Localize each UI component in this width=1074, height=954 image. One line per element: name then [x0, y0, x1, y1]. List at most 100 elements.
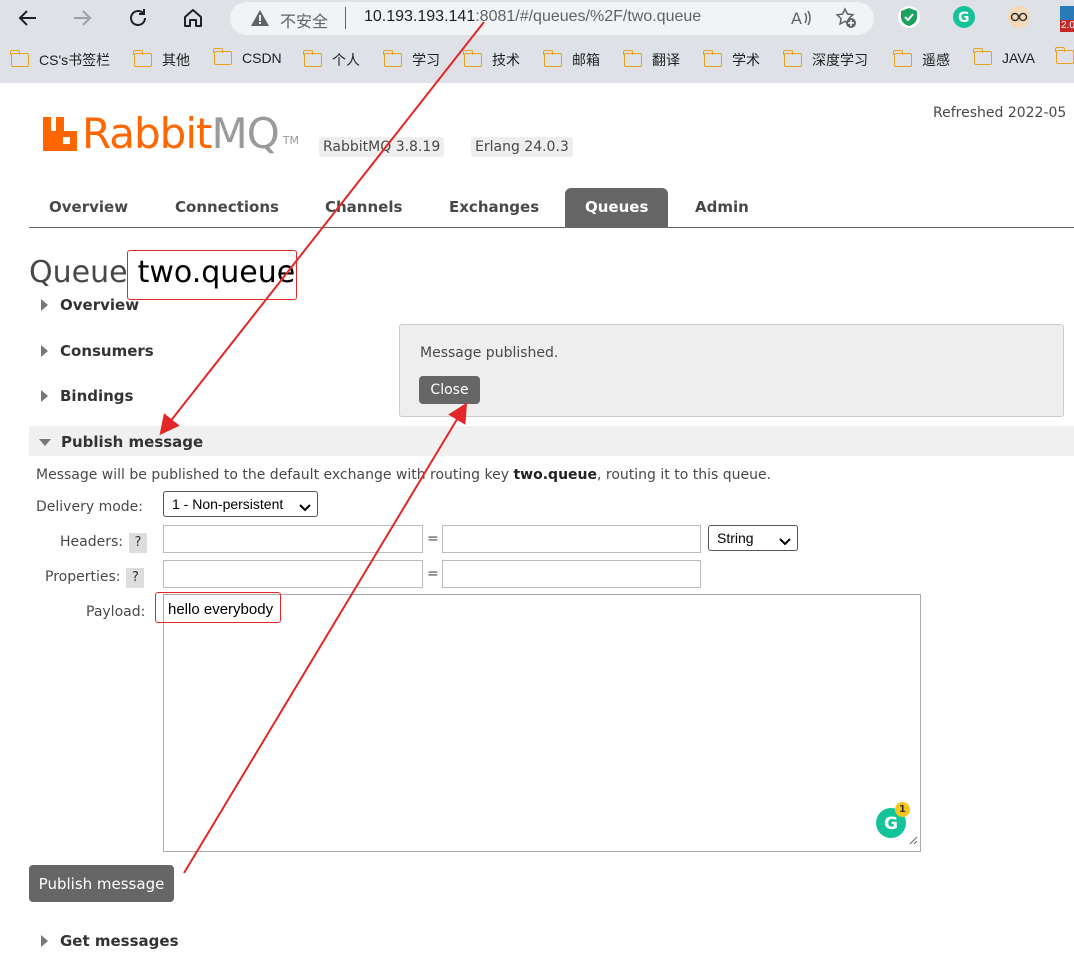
grammarly-extension-icon[interactable]: G [953, 6, 975, 28]
bookmark-label: 技术 [492, 52, 520, 68]
address-bar[interactable]: 不安全 10.193.193.141:8081/#/queues/%2F/two… [230, 2, 874, 35]
url-text[interactable]: 10.193.193.141:8081/#/queues/%2F/two.que… [364, 8, 701, 26]
delivery-mode-select[interactable]: 1 - Non-persistent [163, 491, 318, 517]
headers-help-button[interactable]: ? [129, 533, 147, 553]
read-aloud-icon[interactable]: A [790, 8, 812, 32]
collapse-triangle-icon [39, 438, 51, 446]
section-label: Overview [60, 296, 140, 314]
property-key-input[interactable] [163, 560, 423, 588]
close-button[interactable]: Close [419, 376, 480, 404]
logo-rabbit-text: Rabbit [82, 109, 212, 158]
bookmark-folder[interactable]: CSDN [213, 48, 282, 66]
folder-icon [463, 50, 482, 67]
publish-info-prefix: Message will be published to the default… [36, 467, 514, 483]
bookmark-folder[interactable] [1055, 47, 1074, 64]
page-title-prefix: Queue [29, 255, 128, 290]
svg-text:A: A [791, 9, 802, 28]
section-overview[interactable]: Overview [29, 296, 139, 314]
folder-icon [623, 50, 642, 67]
folder-icon [543, 50, 562, 67]
bookmark-folder[interactable]: 翻译 [623, 50, 680, 70]
forward-arrow-icon[interactable] [68, 4, 96, 32]
extension-badge-icon[interactable]: 2.0 [1060, 6, 1074, 34]
bookmark-folder[interactable]: 邮箱 [543, 50, 600, 70]
headers-label-row: Headers:? [60, 533, 147, 553]
bookmark-folder[interactable]: 学习 [383, 50, 440, 70]
favorite-star-icon[interactable] [835, 7, 857, 33]
section-label: Consumers [60, 342, 154, 360]
home-icon[interactable] [179, 4, 207, 32]
property-value-input[interactable] [442, 560, 701, 588]
payload-label: Payload: [86, 604, 146, 620]
publish-info-text: Message will be published to the default… [36, 467, 771, 483]
properties-label: Properties: [45, 569, 121, 585]
bookmark-label: 翻译 [652, 52, 680, 68]
rabbitmq-page: Refreshed 2022-05 Rabbit MQ TM RabbitMQ … [0, 83, 1074, 954]
header-key-input[interactable] [163, 525, 423, 553]
header-type-select[interactable]: String [708, 525, 798, 551]
warning-icon [250, 8, 270, 32]
shield-extension-icon[interactable] [898, 6, 920, 28]
tab-connections[interactable]: Connections [155, 188, 299, 227]
section-publish[interactable]: Publish message [29, 433, 203, 451]
tab-channels[interactable]: Channels [305, 188, 422, 227]
folder-icon [893, 50, 912, 67]
section-get-messages[interactable]: Get messages [29, 932, 179, 950]
folder-icon [1055, 47, 1074, 64]
tab-admin[interactable]: Admin [675, 188, 769, 227]
bookmark-folder[interactable]: 学术 [703, 50, 760, 70]
bookmark-label: CS's书签栏 [39, 52, 111, 68]
bookmark-label: 学习 [412, 52, 440, 68]
expand-triangle-icon [41, 299, 48, 311]
rabbitmq-logo[interactable]: Rabbit MQ TM [43, 113, 299, 155]
header-value-input[interactable] [442, 525, 701, 553]
publish-message-button[interactable]: Publish message [29, 865, 174, 902]
folder-icon [10, 50, 29, 67]
tab-queues[interactable]: Queues [565, 188, 669, 227]
routing-key: two.queue [513, 467, 597, 483]
expand-triangle-icon [41, 345, 48, 357]
bookmark-label: CSDN [242, 50, 282, 66]
header-type-value: String [717, 530, 754, 546]
bookmark-folder[interactable]: 个人 [303, 50, 360, 70]
divider [345, 7, 346, 29]
back-arrow-icon[interactable] [14, 4, 42, 32]
bookmark-folder[interactable]: 遥感 [893, 50, 950, 70]
section-bindings[interactable]: Bindings [29, 387, 133, 405]
bookmark-folder[interactable]: JAVA [973, 48, 1035, 66]
tab-exchanges[interactable]: Exchanges [429, 188, 559, 227]
url-host: 10.193.193.141 [364, 8, 476, 25]
equals-sign: = [427, 531, 439, 547]
erlang-version-badge: Erlang 24.0.3 [471, 137, 573, 157]
reload-icon[interactable] [124, 4, 152, 32]
chevron-down-icon [299, 500, 311, 516]
svg-text:G: G [884, 814, 898, 834]
bookmark-label: 个人 [332, 52, 360, 68]
annotation-box-queue-name [127, 250, 297, 300]
expand-triangle-icon [41, 390, 48, 402]
delivery-mode-value: 1 - Non-persistent [172, 496, 284, 512]
tab-overview[interactable]: Overview [29, 188, 148, 227]
annotation-box-payload [155, 592, 281, 623]
avatar-extension-icon[interactable] [1008, 6, 1030, 28]
bookmarks-bar: CS's书签栏 其他 CSDN 个人 学习 技术 邮箱 翻译 学术 深度学习 遥… [0, 44, 1074, 76]
delivery-mode-label: Delivery mode: [36, 499, 143, 515]
payload-textarea[interactable]: hello everybody G 1 [163, 594, 921, 852]
section-label: Publish message [61, 433, 204, 451]
folder-icon [133, 50, 152, 67]
rabbitmq-logo-icon [43, 117, 77, 151]
folder-icon [973, 48, 992, 65]
bookmark-label: 遥感 [922, 52, 950, 68]
bookmark-folder[interactable]: 其他 [133, 50, 190, 70]
bookmark-folder[interactable]: CS's书签栏 [10, 50, 111, 70]
chevron-down-icon [779, 534, 791, 550]
folder-icon [303, 50, 322, 67]
section-consumers[interactable]: Consumers [29, 342, 154, 360]
bookmark-label: 深度学习 [812, 52, 868, 68]
properties-help-button[interactable]: ? [126, 568, 145, 588]
resize-handle-icon[interactable] [908, 830, 918, 849]
bookmark-folder[interactable]: 深度学习 [783, 50, 868, 70]
url-path: :8081/#/queues/%2F/two.queue [475, 8, 702, 25]
bookmark-folder[interactable]: 技术 [463, 50, 520, 70]
main-nav: Overview Connections Channels Exchanges … [29, 188, 1074, 228]
